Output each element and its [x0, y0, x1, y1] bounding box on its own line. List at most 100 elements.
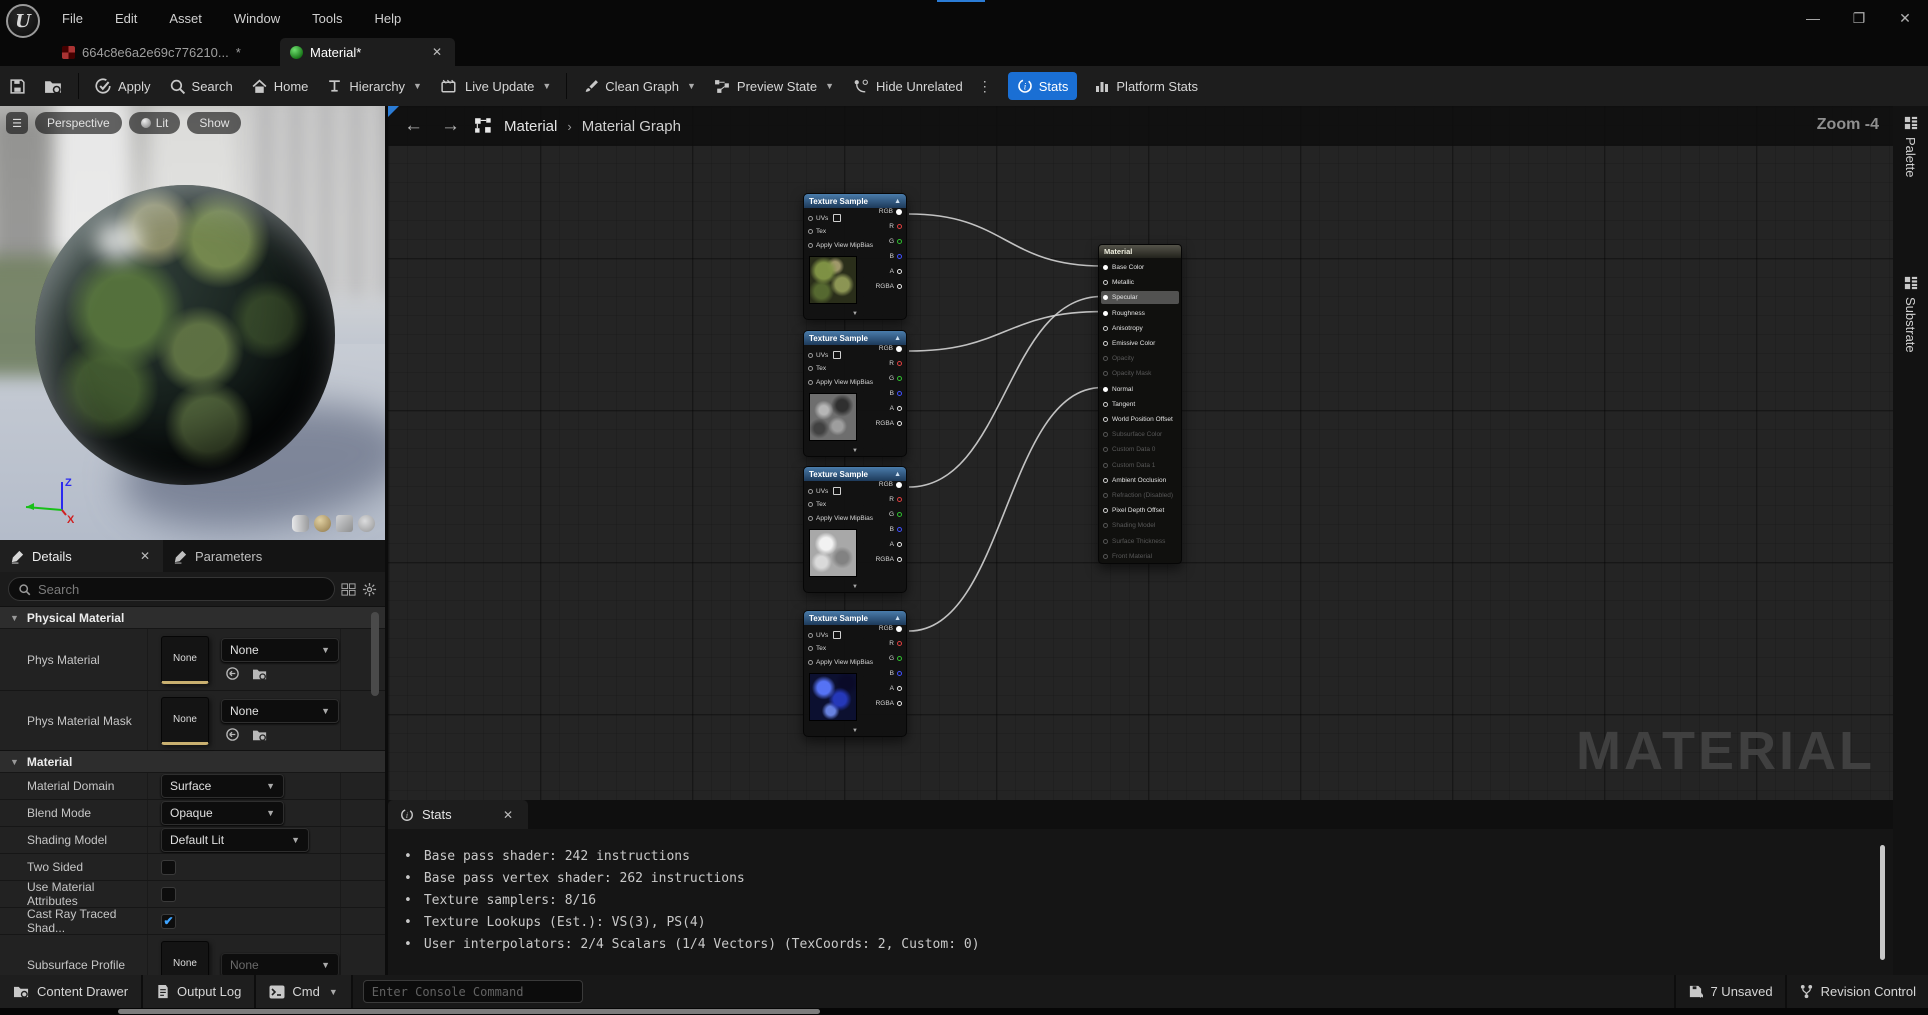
output-log-button[interactable]: Output Log	[143, 975, 256, 1008]
minimize-button[interactable]: —	[1790, 0, 1836, 36]
input-pin-apply-view-mipbias[interactable]: Apply View MipBias	[808, 659, 873, 666]
material-pin-metallic[interactable]: Metallic	[1101, 276, 1179, 289]
output-pin-r[interactable]: R	[889, 223, 902, 230]
material-pin-emissive-color[interactable]: Emissive Color	[1101, 337, 1179, 350]
output-pin-g[interactable]: G	[889, 375, 902, 382]
output-pin-rgba[interactable]: RGBA	[876, 556, 902, 563]
restore-button[interactable]: ❐	[1836, 0, 1882, 36]
sphere-preview-button[interactable]	[314, 515, 331, 532]
breadcrumb-leaf[interactable]: Material Graph	[582, 118, 681, 135]
output-pin-rgb[interactable]: RGB	[879, 208, 902, 215]
expand-icon[interactable]: ▼	[804, 584, 906, 590]
palette-dock-tab[interactable]: Palette	[1893, 116, 1928, 177]
material-pin-ambient-occlusion[interactable]: Ambient Occlusion	[1101, 474, 1179, 487]
preview-state-button[interactable]: Preview State ▼	[705, 72, 843, 101]
menu-window[interactable]: Window	[222, 7, 292, 30]
input-pin-tex[interactable]: Tex	[808, 645, 826, 652]
output-pin-r[interactable]: R	[889, 496, 902, 503]
output-pin-rgb[interactable]: RGB	[879, 345, 902, 352]
material-pin-normal[interactable]: Normal	[1101, 383, 1179, 396]
output-pin-a[interactable]: A	[890, 541, 902, 548]
material-pin-front-material[interactable]: Front Material	[1101, 550, 1179, 563]
use-material-attributes-checkbox[interactable]	[161, 887, 176, 902]
output-pin-rgba[interactable]: RGBA	[876, 700, 902, 707]
browse-asset-icon[interactable]	[252, 727, 268, 742]
texture-sample-node[interactable]: Texture Sample▲UVsTexApply View MipBiasR…	[803, 610, 907, 737]
texture-node-header[interactable]: Texture Sample▲	[804, 331, 906, 345]
material-graph-canvas[interactable]: MATERIAL Texture Sample▲UVsTexApply View…	[388, 106, 1893, 800]
section-material[interactable]: ▼ Material	[0, 750, 385, 772]
phys-material-mask-dropdown[interactable]: None▼	[221, 699, 339, 723]
viewport-menu-icon[interactable]: ☰	[6, 112, 28, 134]
output-pin-b[interactable]: B	[890, 526, 902, 533]
cmd-button[interactable]: Cmd ▼	[256, 975, 352, 1008]
input-pin-apply-view-mipbias[interactable]: Apply View MipBias	[808, 242, 873, 249]
output-pin-rgba[interactable]: RGBA	[876, 283, 902, 290]
collapse-icon[interactable]: ▲	[894, 471, 901, 478]
section-physical-material[interactable]: ▼ Physical Material	[0, 606, 385, 628]
back-arrow-icon[interactable]: ←	[400, 115, 427, 137]
clean-graph-button[interactable]: Clean Graph ▼	[573, 72, 705, 101]
expand-icon[interactable]: ▼	[804, 448, 906, 454]
menu-edit[interactable]: Edit	[103, 7, 149, 30]
texture-sample-node[interactable]: Texture Sample▲UVsTexApply View MipBiasR…	[803, 330, 907, 457]
subsurface-profile-thumbnail[interactable]: None	[161, 941, 209, 976]
tab-close-icon[interactable]: ✕	[429, 45, 445, 59]
phys-material-mask-thumbnail[interactable]: None	[161, 697, 209, 745]
output-pin-r[interactable]: R	[889, 640, 902, 647]
menu-asset[interactable]: Asset	[157, 7, 214, 30]
blend-mode-dropdown[interactable]: Opaque▼	[161, 801, 284, 825]
browse-to-asset-button[interactable]	[35, 72, 72, 101]
teapot-preview-button[interactable]	[358, 515, 375, 532]
phys-material-dropdown[interactable]: None▼	[221, 638, 339, 662]
material-pin-anisotropy[interactable]: Anisotropy	[1101, 322, 1179, 335]
forward-arrow-icon[interactable]: →	[437, 115, 464, 137]
output-pin-a[interactable]: A	[890, 405, 902, 412]
shading-model-dropdown[interactable]: Default Lit▼	[161, 828, 309, 852]
texture-node-header[interactable]: Texture Sample▲	[804, 611, 906, 625]
console-command-input[interactable]	[363, 980, 583, 1003]
material-node-header[interactable]: Material	[1099, 245, 1181, 258]
menu-help[interactable]: Help	[362, 7, 413, 30]
expand-icon[interactable]: ▼	[804, 728, 906, 734]
lit-button[interactable]: Lit	[129, 112, 181, 134]
material-pin-surface-thickness[interactable]: Surface Thickness	[1101, 535, 1179, 548]
input-pin-tex[interactable]: Tex	[808, 228, 826, 235]
tab-details[interactable]: Details ✕	[0, 540, 163, 572]
output-pin-a[interactable]: A	[890, 268, 902, 275]
input-pin-uvs[interactable]: UVs	[808, 214, 841, 222]
use-selected-icon[interactable]	[225, 727, 240, 742]
input-pin-tex[interactable]: Tex	[808, 501, 826, 508]
subsurface-profile-dropdown[interactable]: None▼	[221, 953, 339, 976]
stats-scrollbar[interactable]	[1880, 845, 1885, 960]
material-result-node[interactable]: Material Base ColorMetallicSpecularRough…	[1098, 244, 1182, 564]
use-selected-icon[interactable]	[225, 666, 240, 681]
search-button[interactable]: Search	[160, 72, 242, 101]
input-pin-uvs[interactable]: UVs	[808, 351, 841, 359]
material-pin-custom-data-0[interactable]: Custom Data 0	[1101, 443, 1179, 456]
output-pin-g[interactable]: G	[889, 655, 902, 662]
material-pin-subsurface-color[interactable]: Subsurface Color	[1101, 428, 1179, 441]
collapse-icon[interactable]: ▲	[894, 615, 901, 622]
output-pin-r[interactable]: R	[889, 360, 902, 367]
cube-preview-button[interactable]	[336, 515, 353, 532]
tab-close-icon[interactable]: ✕	[137, 549, 153, 563]
two-sided-checkbox[interactable]	[161, 860, 176, 875]
stats-tab[interactable]: i Stats ✕	[388, 800, 528, 829]
unsaved-button[interactable]: ★ 7 Unsaved	[1674, 975, 1784, 1008]
material-pin-refraction-disabled-[interactable]: Refraction (Disabled)	[1101, 489, 1179, 502]
tab-parameters[interactable]: Parameters	[163, 540, 363, 572]
output-pin-b[interactable]: B	[890, 390, 902, 397]
material-pin-pixel-depth-offset[interactable]: Pixel Depth Offset	[1101, 504, 1179, 517]
output-pin-b[interactable]: B	[890, 670, 902, 677]
gear-icon[interactable]	[362, 582, 377, 597]
input-pin-tex[interactable]: Tex	[808, 365, 826, 372]
save-button[interactable]	[0, 72, 35, 101]
substrate-dock-tab[interactable]: Substrate	[1893, 276, 1928, 353]
live-update-button[interactable]: Live Update ▼	[431, 72, 560, 101]
output-pin-a[interactable]: A	[890, 685, 902, 692]
apply-button[interactable]: Apply	[85, 71, 160, 101]
input-pin-apply-view-mipbias[interactable]: Apply View MipBias	[808, 515, 873, 522]
output-pin-g[interactable]: G	[889, 511, 902, 518]
details-search-input[interactable]: Search	[8, 577, 335, 601]
